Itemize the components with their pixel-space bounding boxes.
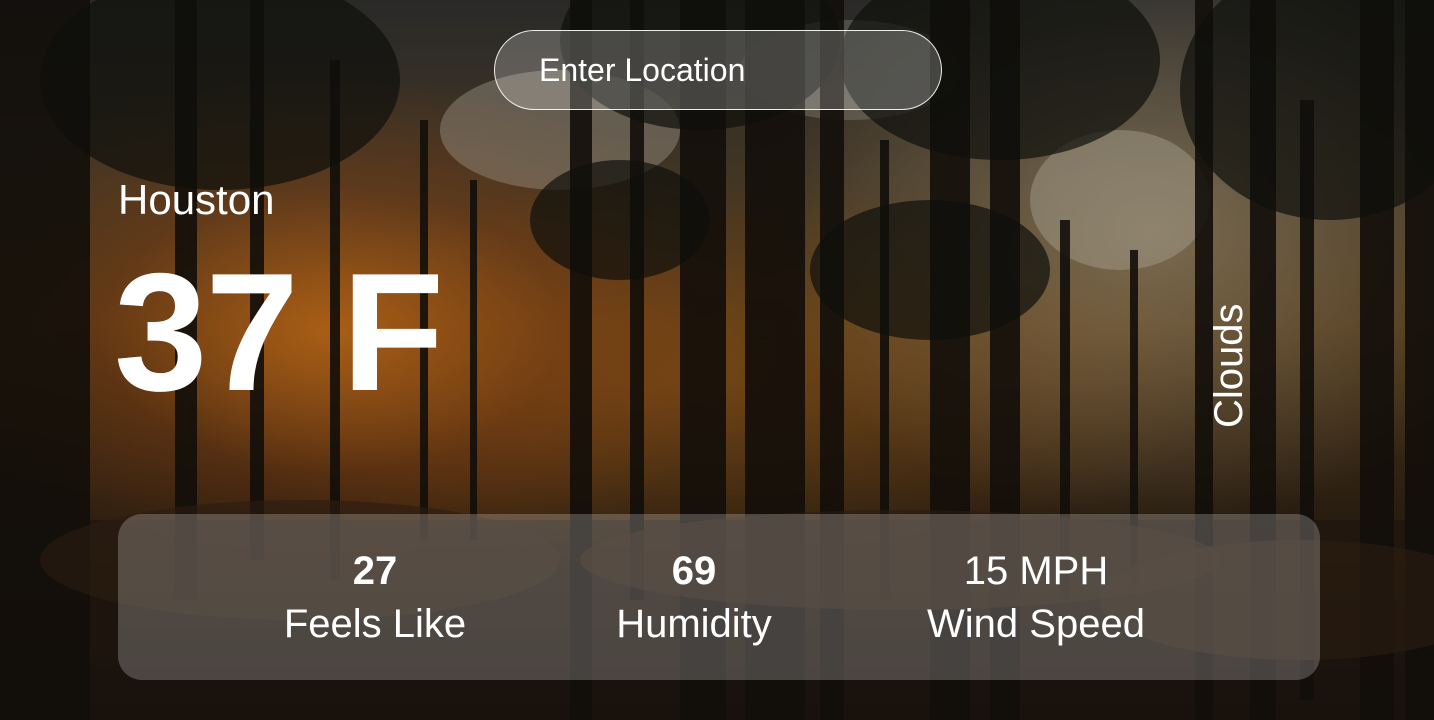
wind-speed-label: Wind Speed [927,602,1145,646]
feels-like-label: Feels Like [283,602,467,646]
humidity-value: 69 [671,549,717,593]
humidity-label: Humidity [616,602,772,646]
weather-condition: Clouds [1207,303,1251,428]
temperature-value: 37 F [114,238,444,426]
location-search-input[interactable] [494,30,942,110]
weather-stats-panel: 27 Feels Like 69 Humidity 15 MPH Wind Sp… [118,514,1320,680]
feels-like-stat: 27 Feels Like [215,546,535,652]
wind-speed-stat: 15 MPH Wind Speed [876,546,1196,652]
city-name: Houston [118,176,275,223]
weather-app: Houston 37 F Clouds 27 Feels Like 69 Hum… [0,0,1434,720]
humidity-stat: 69 Humidity [534,546,854,652]
feels-like-value: 27 [352,549,398,593]
wind-speed-value: 15 MPH [963,549,1109,593]
